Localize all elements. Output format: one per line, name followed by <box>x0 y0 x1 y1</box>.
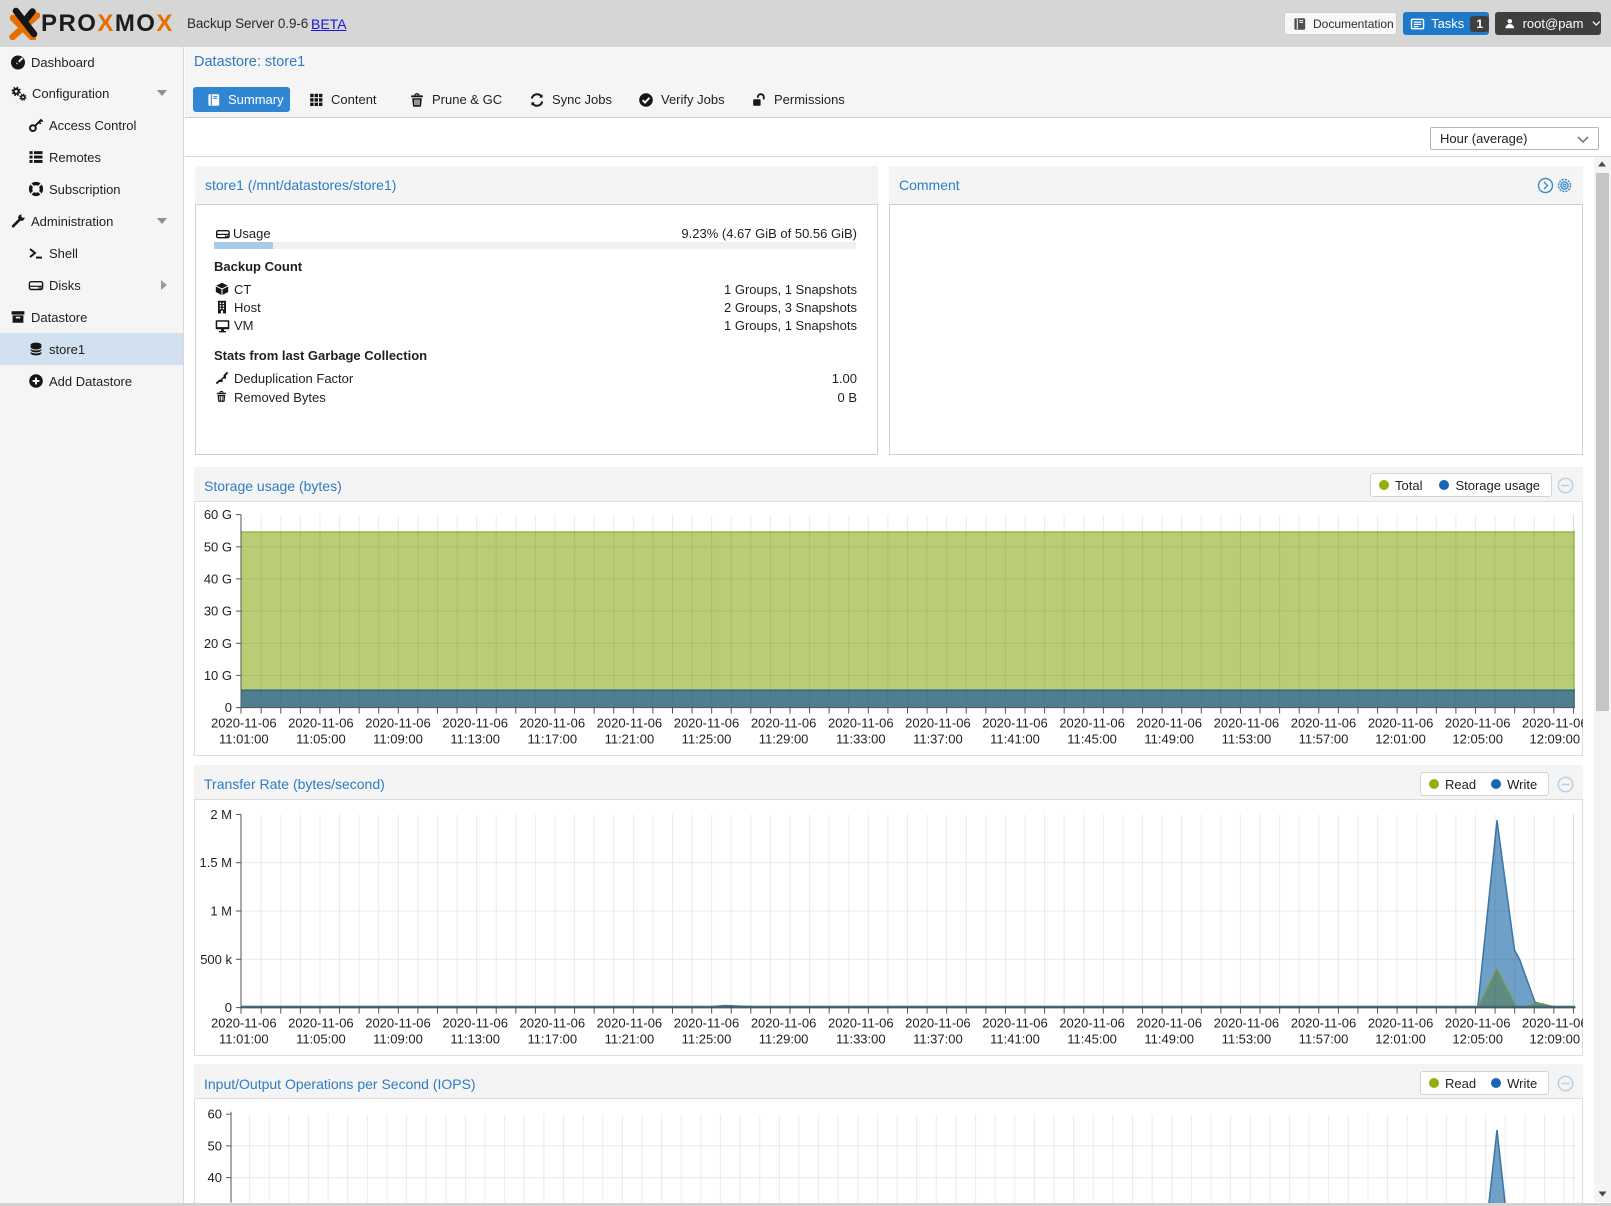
svg-text:11:13:00: 11:13:00 <box>450 732 500 747</box>
svg-text:2020-11-06: 2020-11-06 <box>982 716 1048 731</box>
svg-text:2020-11-06: 2020-11-06 <box>828 1016 894 1031</box>
svg-text:2020-11-06: 2020-11-06 <box>1136 716 1202 731</box>
svg-text:2020-11-06: 2020-11-06 <box>597 716 663 731</box>
svg-text:11:21:00: 11:21:00 <box>605 732 655 747</box>
svg-text:11:57:00: 11:57:00 <box>1299 1032 1349 1047</box>
svg-text:11:25:00: 11:25:00 <box>682 732 732 747</box>
svg-text:60: 60 <box>208 1107 222 1122</box>
svg-text:11:33:00: 11:33:00 <box>836 1032 886 1047</box>
svg-text:2020-11-06: 2020-11-06 <box>1059 716 1125 731</box>
svg-text:11:25:00: 11:25:00 <box>682 1032 732 1047</box>
svg-text:2020-11-06: 2020-11-06 <box>1445 716 1511 731</box>
svg-text:11:17:00: 11:17:00 <box>527 732 577 747</box>
svg-text:10 G: 10 G <box>204 668 232 683</box>
svg-text:11:05:00: 11:05:00 <box>296 732 346 747</box>
svg-text:11:29:00: 11:29:00 <box>759 732 809 747</box>
svg-text:11:05:00: 11:05:00 <box>296 1032 346 1047</box>
svg-text:11:49:00: 11:49:00 <box>1144 732 1194 747</box>
svg-text:50 G: 50 G <box>204 539 232 554</box>
svg-text:2020-11-06: 2020-11-06 <box>520 1016 586 1031</box>
svg-text:2020-11-06: 2020-11-06 <box>674 716 740 731</box>
svg-text:40: 40 <box>208 1170 222 1185</box>
svg-text:11:33:00: 11:33:00 <box>836 732 886 747</box>
svg-text:11:17:00: 11:17:00 <box>527 1032 577 1047</box>
svg-text:2020-11-06: 2020-11-06 <box>751 716 817 731</box>
svg-text:2020-11-06: 2020-11-06 <box>365 716 431 731</box>
svg-text:20 G: 20 G <box>204 636 232 651</box>
svg-text:11:37:00: 11:37:00 <box>913 1032 963 1047</box>
svg-text:11:41:00: 11:41:00 <box>990 732 1040 747</box>
svg-text:2020-11-06: 2020-11-06 <box>520 716 586 731</box>
svg-text:11:53:00: 11:53:00 <box>1222 732 1272 747</box>
svg-text:11:45:00: 11:45:00 <box>1067 1032 1117 1047</box>
svg-text:40 G: 40 G <box>204 571 232 586</box>
svg-text:11:41:00: 11:41:00 <box>990 1032 1040 1047</box>
svg-text:2020-11-06: 2020-11-06 <box>1445 1016 1511 1031</box>
svg-text:11:29:00: 11:29:00 <box>759 1032 809 1047</box>
svg-text:2020-11-06: 2020-11-06 <box>1291 716 1357 731</box>
svg-text:2020-11-06: 2020-11-06 <box>751 1016 817 1031</box>
svg-text:2020-11-06: 2020-11-06 <box>211 1016 277 1031</box>
svg-text:2020-11-06: 2020-11-06 <box>1368 716 1434 731</box>
svg-text:12:01:00: 12:01:00 <box>1375 732 1426 747</box>
svg-text:2020-11-06: 2020-11-06 <box>1522 1016 1588 1031</box>
svg-text:500 k: 500 k <box>200 952 232 967</box>
svg-text:2020-11-06: 2020-11-06 <box>1136 1016 1202 1031</box>
svg-text:11:01:00: 11:01:00 <box>219 732 269 747</box>
svg-text:2020-11-06: 2020-11-06 <box>1522 716 1588 731</box>
svg-text:2020-11-06: 2020-11-06 <box>1291 1016 1357 1031</box>
svg-text:2020-11-06: 2020-11-06 <box>365 1016 431 1031</box>
svg-text:50: 50 <box>208 1138 222 1153</box>
svg-text:2 M: 2 M <box>210 807 232 822</box>
svg-text:2020-11-06: 2020-11-06 <box>442 716 508 731</box>
svg-text:11:21:00: 11:21:00 <box>605 1032 655 1047</box>
svg-text:2020-11-06: 2020-11-06 <box>1368 1016 1434 1031</box>
svg-text:2020-11-06: 2020-11-06 <box>211 716 277 731</box>
svg-text:2020-11-06: 2020-11-06 <box>905 1016 971 1031</box>
svg-text:2020-11-06: 2020-11-06 <box>442 1016 508 1031</box>
svg-text:2020-11-06: 2020-11-06 <box>905 716 971 731</box>
svg-text:12:09:00: 12:09:00 <box>1529 732 1580 747</box>
svg-text:2020-11-06: 2020-11-06 <box>597 1016 663 1031</box>
svg-text:2020-11-06: 2020-11-06 <box>828 716 894 731</box>
svg-text:11:53:00: 11:53:00 <box>1222 1032 1272 1047</box>
svg-text:0: 0 <box>225 1000 232 1015</box>
svg-text:30 G: 30 G <box>204 604 232 619</box>
svg-text:2020-11-06: 2020-11-06 <box>1059 1016 1125 1031</box>
svg-text:2020-11-06: 2020-11-06 <box>288 716 354 731</box>
svg-text:11:09:00: 11:09:00 <box>373 1032 423 1047</box>
svg-text:12:01:00: 12:01:00 <box>1375 1032 1426 1047</box>
svg-text:11:13:00: 11:13:00 <box>450 1032 500 1047</box>
svg-text:11:49:00: 11:49:00 <box>1144 1032 1194 1047</box>
svg-text:1.5 M: 1.5 M <box>199 855 232 870</box>
svg-text:11:01:00: 11:01:00 <box>219 1032 269 1047</box>
svg-text:1 M: 1 M <box>210 904 232 919</box>
svg-text:2020-11-06: 2020-11-06 <box>982 1016 1048 1031</box>
svg-text:12:05:00: 12:05:00 <box>1452 1032 1503 1047</box>
svg-text:11:09:00: 11:09:00 <box>373 732 423 747</box>
svg-text:0: 0 <box>225 700 232 715</box>
svg-text:12:05:00: 12:05:00 <box>1452 732 1503 747</box>
svg-text:12:09:00: 12:09:00 <box>1529 1032 1580 1047</box>
svg-text:11:37:00: 11:37:00 <box>913 732 963 747</box>
svg-text:60 G: 60 G <box>204 507 232 522</box>
svg-text:2020-11-06: 2020-11-06 <box>1214 1016 1280 1031</box>
svg-text:2020-11-06: 2020-11-06 <box>1214 716 1280 731</box>
svg-text:11:57:00: 11:57:00 <box>1299 732 1349 747</box>
svg-text:11:45:00: 11:45:00 <box>1067 732 1117 747</box>
svg-text:2020-11-06: 2020-11-06 <box>674 1016 740 1031</box>
svg-text:2020-11-06: 2020-11-06 <box>288 1016 354 1031</box>
